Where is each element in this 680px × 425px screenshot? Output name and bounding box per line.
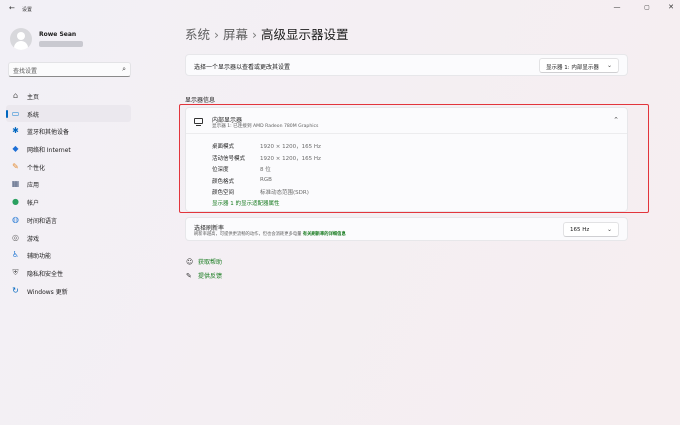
sidebar-item[interactable]: ⛨ 隐私和安全性 <box>6 264 131 282</box>
sidebar-item-label: 时间和语言 <box>27 217 58 225</box>
refresh-rate-dropdown[interactable]: 165 Hz ⌄ <box>563 222 619 237</box>
arrow-left-icon[interactable]: ← <box>9 4 15 12</box>
refresh-rate-value: 165 Hz <box>570 227 590 233</box>
sidebar-item-label: 蓝牙和其他设备 <box>27 129 70 137</box>
sidebar-item-label: 游戏 <box>27 235 40 243</box>
sidebar-item[interactable]: ✎ 个性化 <box>6 158 131 176</box>
window-title: 设置 <box>22 7 33 13</box>
sidebar-item[interactable]: ◎ 游戏 <box>6 229 131 247</box>
bluetooth-icon: ✱ <box>12 126 19 136</box>
maximize-button[interactable]: ▢ <box>640 4 654 11</box>
system-icon: ▭ <box>11 108 20 118</box>
chevron-down-icon: ⌄ <box>606 62 612 69</box>
user-email-redacted <box>39 41 83 47</box>
refresh-rate-card: 选择刷新率 刷新率越高，可提供更流畅的动作，但也会消耗更多电量 有关刷新率的详细… <box>185 217 628 241</box>
wifi-icon: ◆ <box>12 144 19 154</box>
accessibility-icon: ♿ <box>11 250 20 260</box>
breadcrumb: 系统 › 屏幕 › 高级显示器设置 <box>185 24 349 43</box>
display-dropdown[interactable]: 显示器 1: 内部显示器 ⌄ <box>539 58 619 73</box>
sidebar-item[interactable]: ◍ 时间和语言 <box>6 211 131 229</box>
display-select-label: 选择一个显示器以查看或更改其设置 <box>194 64 291 71</box>
chevron-down-icon: ⌄ <box>606 226 612 233</box>
update-icon: ↻ <box>12 285 19 295</box>
feedback-link[interactable]: ✎ 提供反馈 <box>186 271 222 280</box>
sidebar-item[interactable]: ✱ 蓝牙和其他设备 <box>6 122 131 140</box>
title-bar: ← 设置 — ▢ ✕ <box>0 0 680 18</box>
sidebar-item-label: 主页 <box>27 94 40 101</box>
sidebar-item[interactable]: ♿ 辅助功能 <box>6 246 131 264</box>
sidebar-item-label: 网络和 Internet <box>27 147 71 155</box>
sidebar-item[interactable]: ↻ Windows 更新 <box>6 282 131 300</box>
sidebar-item-label: 应用 <box>27 182 40 190</box>
globe-clock-icon: ◍ <box>12 214 19 224</box>
display-select-card: 选择一个显示器以查看或更改其设置 显示器 1: 内部显示器 ⌄ <box>185 54 628 76</box>
sidebar-item-label: 辅助功能 <box>27 253 52 261</box>
close-button[interactable]: ✕ <box>664 3 678 11</box>
avatar-head-icon <box>17 32 25 40</box>
breadcrumb-separator: › <box>252 27 258 42</box>
avatar-body-icon <box>14 41 28 50</box>
breadcrumb-separator: › <box>214 27 220 42</box>
search-icon: ⌕ <box>122 65 126 73</box>
get-help-link[interactable]: ☺ 获取帮助 <box>186 257 222 266</box>
sidebar-item[interactable]: ◆ 网络和 Internet <box>6 140 131 158</box>
breadcrumb-system[interactable]: 系统 <box>185 27 210 42</box>
sidebar-item[interactable]: ● 帐户 <box>6 193 131 211</box>
refresh-rate-description: 刷新率越高，可提供更流畅的动作，但也会消耗更多电量 有关刷新率的详细信息 <box>194 231 346 237</box>
account-icon: ● <box>12 197 19 207</box>
brush-icon: ✎ <box>12 161 19 171</box>
feedback-label: 提供反馈 <box>198 273 223 280</box>
sidebar-item-label: 个性化 <box>27 164 46 172</box>
page-title: 高级显示器设置 <box>261 27 349 42</box>
breadcrumb-display[interactable]: 屏幕 <box>223 27 248 42</box>
sidebar-item[interactable]: ⌂ 主页 <box>6 87 131 105</box>
sidebar-item-label: 系统 <box>27 111 40 119</box>
section-title-display-info: 显示器信息 <box>185 97 216 104</box>
gamepad-icon: ◎ <box>12 232 19 242</box>
search-input[interactable]: 查找设置 ⌕ <box>8 62 131 77</box>
sidebar-item[interactable]: ▦ 应用 <box>6 175 131 193</box>
search-placeholder: 查找设置 <box>13 68 38 75</box>
sidebar-item-label: 帐户 <box>27 200 40 208</box>
home-icon: ⌂ <box>12 91 19 100</box>
avatar[interactable] <box>10 28 32 50</box>
minimize-button[interactable]: — <box>610 3 624 11</box>
sidebar-nav: ⌂ 主页 ▭ 系统 ✱ 蓝牙和其他设备 ◆ 网络和 Internet ✎ 个性化 ▦ 应用 ● 帐户 ◍ 时间… <box>6 87 131 299</box>
refresh-rate-more-link[interactable]: 有关刷新率的详细信息 <box>303 232 346 237</box>
feedback-icon: ✎ <box>186 272 192 280</box>
sidebar-item-label: Windows 更新 <box>27 288 68 296</box>
display-dropdown-value: 显示器 1: 内部显示器 <box>546 65 599 71</box>
sidebar-item-label: 隐私和安全性 <box>27 270 64 278</box>
highlight-box <box>179 104 649 213</box>
shield-icon: ⛨ <box>12 267 19 277</box>
help-chat-icon: ☺ <box>186 258 194 266</box>
user-name: Rowe Sean <box>39 31 77 38</box>
refresh-rate-description-text: 刷新率越高，可提供更流畅的动作，但也会消耗更多电量 <box>194 232 302 237</box>
sidebar-item[interactable]: ▭ 系统 <box>6 104 131 123</box>
get-help-label: 获取帮助 <box>198 259 223 266</box>
apps-icon: ▦ <box>11 179 20 189</box>
